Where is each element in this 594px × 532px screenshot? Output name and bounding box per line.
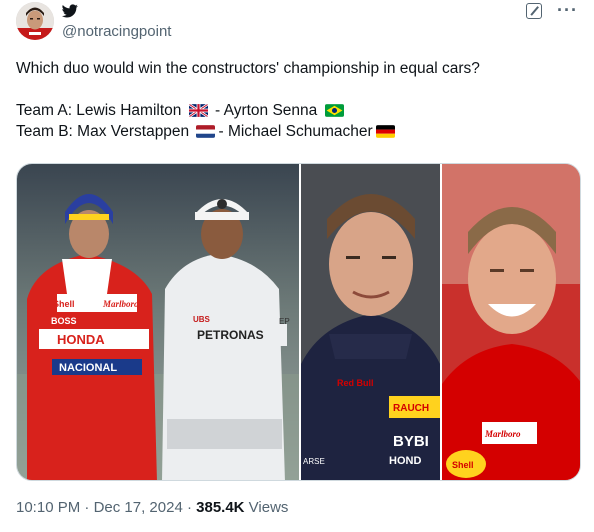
sponsor-redbull: Red Bull: [337, 378, 374, 388]
brazil-flag-icon: [324, 104, 344, 117]
team-a-line: Team A: Lewis Hamilton - Ayrton Senna: [16, 100, 578, 121]
sponsor-ubs: UBS: [193, 315, 211, 324]
team-a-prefix: Team A: Lewis Hamilton: [16, 102, 182, 119]
team-b-prefix: Team B: Max Verstappen: [16, 123, 190, 140]
more-dots-icon[interactable]: ···: [557, 0, 578, 21]
tweet-question: Which duo would win the constructors' ch…: [16, 60, 480, 77]
sponsor-rauch: RAUCH: [393, 403, 429, 414]
author-handle[interactable]: @notracingpoint: [62, 23, 171, 40]
photo-senna-hamilton[interactable]: Shell BOSS Marlboro HONDA NACIONAL PETRO…: [17, 164, 299, 480]
photo-schumacher[interactable]: Marlboro Shell: [442, 164, 580, 480]
tweet-date[interactable]: Dec 17, 2024: [94, 499, 183, 516]
photo-verstappen[interactable]: RAUCH Red Bull BYBI HOND ARSE: [301, 164, 440, 480]
sponsor-boss: BOSS: [51, 316, 77, 326]
avatar[interactable]: [16, 2, 54, 40]
sponsor-honda-senna: HONDA: [57, 332, 105, 347]
sponsor-oracle: ARSE: [303, 457, 325, 466]
uk-flag-icon: [188, 104, 208, 117]
sponsor-shell-left: Shell: [53, 299, 75, 309]
meta-separator-2: ·: [182, 499, 197, 516]
sponsor-nacional: NACIONAL: [59, 362, 117, 374]
sponsor-marlboro-schumi: Marlboro: [484, 429, 521, 439]
views-label: Views: [244, 499, 289, 516]
sponsor-marlboro: Marlboro: [102, 299, 139, 309]
sponsor-bybit: BYBI: [393, 433, 429, 450]
avatar-driver-icon: [16, 2, 54, 40]
meta-separator: ·: [80, 499, 94, 516]
grok-icon[interactable]: [526, 3, 542, 19]
sponsor-shell-schumi: Shell: [452, 460, 474, 470]
tweet-header: @notracingpoint ···: [16, 0, 582, 46]
team-a-separator: - Ayrton Senna: [215, 102, 318, 119]
team-b-separator: - Michael Schumacher: [218, 123, 373, 140]
views-count: 385.4K: [196, 499, 245, 516]
sponsor-ep: EP: [279, 317, 290, 326]
tweet-media[interactable]: Shell BOSS Marlboro HONDA NACIONAL PETRO…: [16, 163, 581, 481]
team-b-line: Team B: Max Verstappen - Michael Schumac…: [16, 121, 578, 142]
tweet-time[interactable]: 10:10 PM: [16, 499, 80, 516]
germany-flag-icon: [375, 125, 395, 138]
sponsor-honda-max: HOND: [389, 455, 421, 467]
netherlands-flag-icon: [196, 125, 216, 138]
tweet-body: Which duo would win the constructors' ch…: [16, 58, 578, 142]
sponsor-petronas: PETRONAS: [197, 328, 264, 342]
tweet-meta: 10:10 PM · Dec 17, 2024 · 385.4K Views: [16, 499, 288, 516]
twitter-bird-icon: [62, 4, 78, 18]
